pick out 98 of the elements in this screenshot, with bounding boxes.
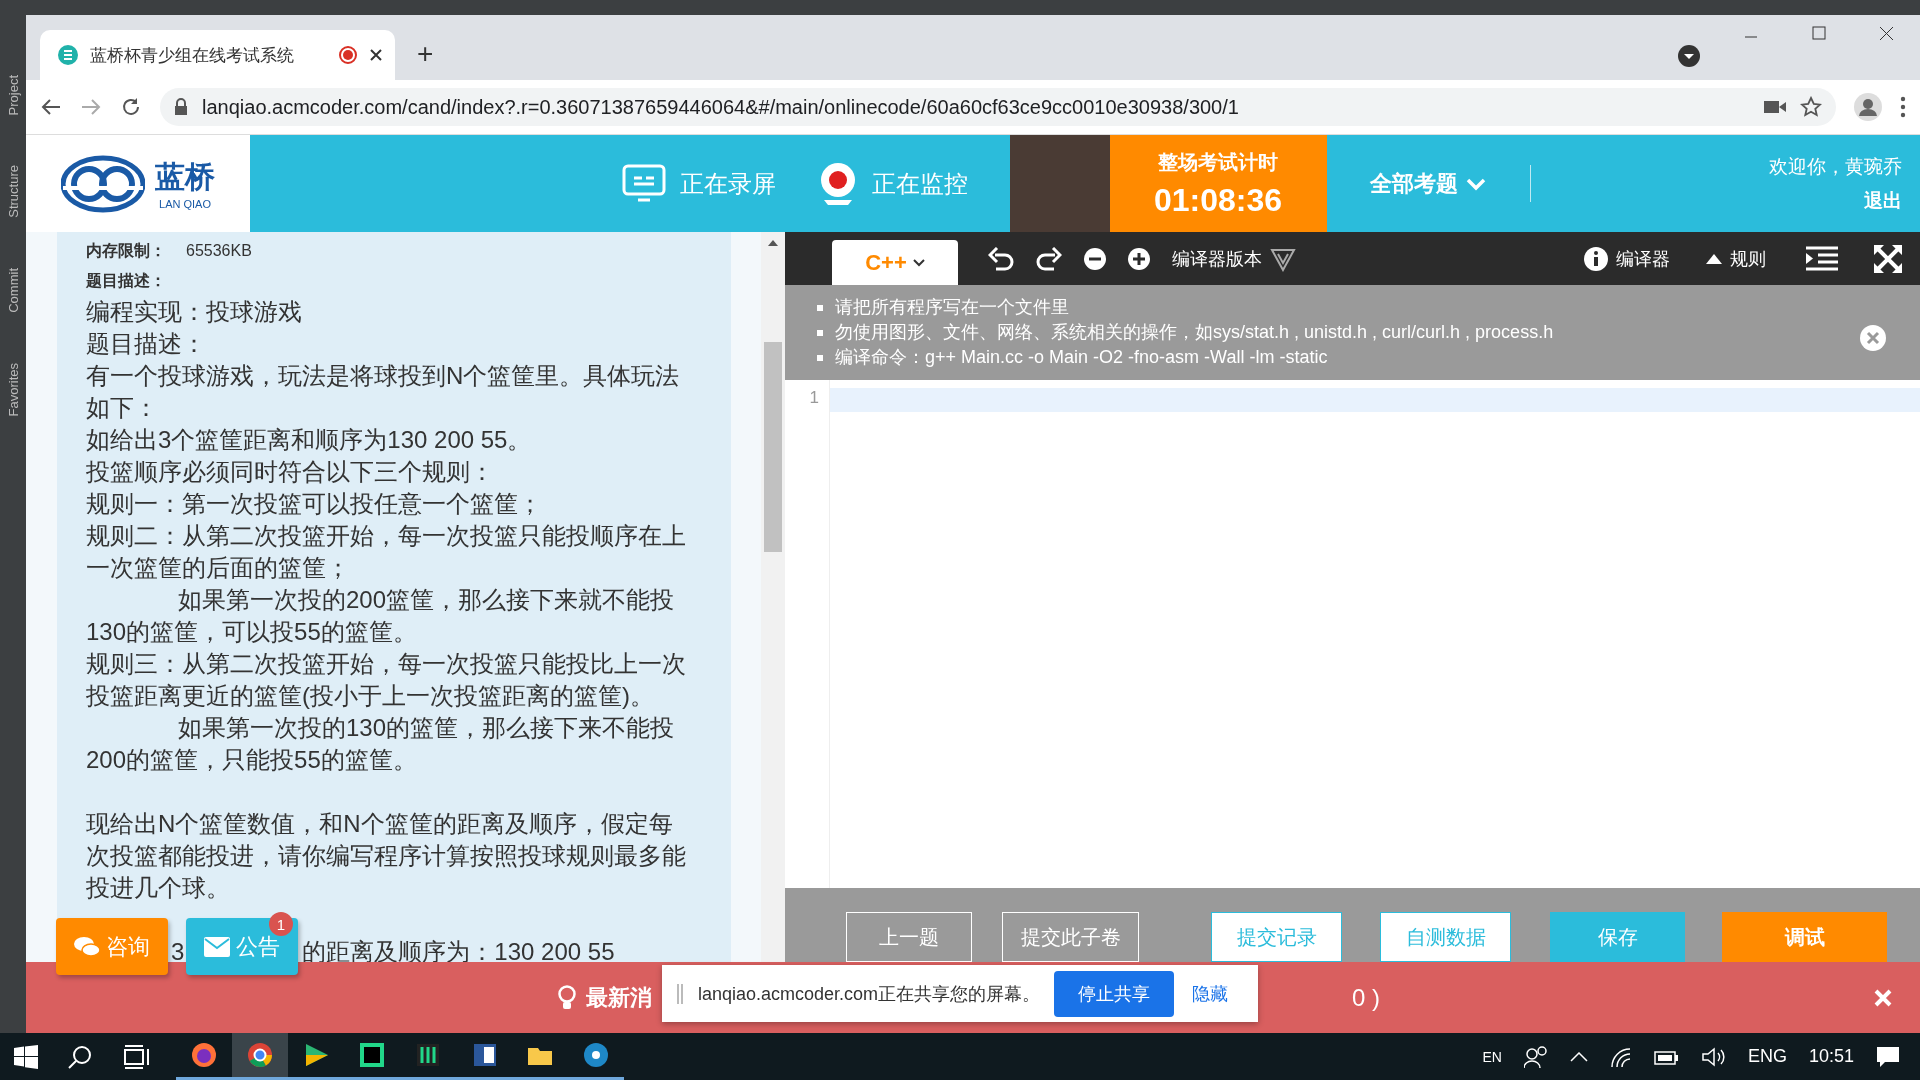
- side-tab[interactable]: Project: [5, 75, 21, 116]
- language-indicator[interactable]: ENG: [1747, 1046, 1787, 1067]
- dropdown-icon[interactable]: [1678, 45, 1700, 67]
- chevron-up-icon[interactable]: [1569, 1051, 1588, 1062]
- people-icon[interactable]: [1523, 1045, 1548, 1068]
- status-label: 正在录屏: [679, 168, 776, 199]
- input-method-indicator[interactable]: EN: [1482, 1048, 1502, 1065]
- problem-text: 3: [171, 937, 185, 967]
- task-view-icon[interactable]: [124, 1044, 150, 1069]
- side-tab[interactable]: Structure: [5, 165, 21, 219]
- problem-text: 的距离及顺序为：130 200 55: [302, 937, 615, 967]
- zoom-out-icon[interactable]: [1084, 247, 1106, 270]
- profile-icon[interactable]: [1854, 93, 1882, 121]
- notice-item: 编译命令：g++ Main.cc -o Main -O2 -fno-asm -Wall -lm -static: [835, 346, 1328, 369]
- welcome-text: 欢迎你，黄琬乔: [1769, 154, 1902, 179]
- problem-paragraph: 题目描述：: [86, 329, 207, 359]
- url-text: lanqiao.acmcoder.com/cand/index?.r=0.36071387659446064&#/main/onlinecode/60a60cf63ce9cc0010e30938/300/1: [202, 95, 1239, 119]
- action-button[interactable]: 调试: [1722, 912, 1887, 962]
- problem-paragraph: 现给出N个篮筐数值，和N个篮筐的距离及顺序，假定每次投篮都能投进，请你编写程序计算按照投球规则最多能投进几个球。: [86, 809, 687, 903]
- taskbar-app[interactable]: [232, 1033, 288, 1080]
- menu-icon[interactable]: [1900, 96, 1906, 118]
- problem-paragraph: 如果第一次投的130的篮筐，那么接下来不能投200的篮筐，只能投55的篮筐。: [86, 713, 676, 775]
- action-button[interactable]: 提交此子卷: [1002, 912, 1139, 962]
- scroll-thumb[interactable]: [764, 342, 782, 552]
- app-icon: [358, 1041, 386, 1069]
- address-bar[interactable]: lanqiao.acmcoder.com/cand/index?.r=0.36071387659446064&#/main/onlinecode/60a60cf63ce9cc0010e30938/300/1: [160, 88, 1836, 126]
- side-tab[interactable]: Favorites: [5, 363, 21, 417]
- share-message: lanqiao.acmcoder.com正在共享您的屏幕。: [698, 982, 1041, 1006]
- bullet-icon: [817, 304, 823, 311]
- app-icon: [246, 1041, 274, 1069]
- tab-title: 蓝桥杯青少组在线考试系统: [90, 44, 295, 67]
- news-label: 最新消: [586, 983, 652, 1012]
- bullet-icon: [817, 329, 823, 336]
- close-icon[interactable]: [369, 48, 383, 62]
- scroll-up-icon[interactable]: [768, 240, 778, 246]
- bullet-icon: [817, 354, 823, 361]
- field-label: 内存限制：: [86, 240, 166, 261]
- timer-value: 01:08:36: [1153, 181, 1283, 219]
- drag-handle-icon[interactable]: [676, 983, 684, 1004]
- timer-label: 整场考试计时: [1158, 149, 1278, 175]
- field-value: 65536KB: [186, 242, 252, 260]
- problem-paragraph: 规则二：从第二次投篮开始，每一次投篮只能投顺序在上一次篮筐的后面的篮筐；: [86, 521, 687, 583]
- rules-button[interactable]: 规则: [1706, 232, 1766, 285]
- problem-paragraph: 规则一：第一次投篮可以投任意一个篮筐；: [86, 489, 543, 519]
- indent-icon[interactable]: [1806, 245, 1838, 272]
- monitor-icon: [621, 163, 666, 204]
- problem-paragraph: 如给出3个篮筐距离和顺序为130 200 55。: [86, 425, 533, 455]
- new-tab-button[interactable]: +: [417, 34, 434, 74]
- notice-item: 勿使用图形、文件、网络、系统相关的操作，如sys/stat.h , unistd.h , curl/curl.h , process.h: [835, 321, 1554, 344]
- search-icon[interactable]: [68, 1044, 92, 1069]
- field-label: 题目描述：: [86, 270, 166, 291]
- stop-sharing-button[interactable]: 停止共享: [1054, 970, 1175, 1017]
- problem-paragraph: 有一个投球游戏，玩法是将球投到N个篮筐里。具体玩法如下：: [86, 361, 681, 423]
- notification-icon[interactable]: [1876, 1045, 1900, 1068]
- star-icon[interactable]: [1800, 96, 1822, 118]
- status-label: 正在监控: [871, 168, 968, 199]
- logo-text: 蓝桥: [155, 159, 215, 195]
- chat-icon: [74, 935, 100, 958]
- hide-link[interactable]: 隐藏: [1192, 981, 1229, 1006]
- triangle-up-icon: [1706, 253, 1722, 264]
- compiler-button[interactable]: 编译器: [1584, 232, 1670, 285]
- site-favicon: [58, 45, 78, 65]
- consult-button[interactable]: 咨询: [56, 918, 168, 975]
- battery-icon[interactable]: [1653, 1048, 1680, 1065]
- caret-icon: [912, 258, 925, 267]
- info-icon: [1584, 246, 1608, 271]
- wifi-icon[interactable]: [1609, 1046, 1632, 1067]
- chevron-down-icon: [1466, 176, 1486, 191]
- problem-paragraph: 投篮顺序必须同时符合以下三个规则：: [86, 457, 495, 487]
- redo-icon[interactable]: [1036, 246, 1062, 271]
- side-tab[interactable]: Commit: [5, 268, 21, 313]
- camera-icon[interactable]: [1764, 99, 1786, 115]
- problem-paragraph: 规则三：从第二次投篮开始，每一次投篮只能投比上一次投篮距离更近的篮筐(投小于上一次投篮距离的篮筐)。: [86, 649, 687, 711]
- browser-tab[interactable]: 蓝桥杯青少组在线考试系统: [40, 30, 395, 80]
- compiler-version-label: 编译器版本: [1172, 247, 1262, 271]
- action-button[interactable]: 上一题: [846, 912, 972, 962]
- clock-time[interactable]: 10:51: [1808, 1046, 1854, 1067]
- logo-icon: [61, 153, 145, 214]
- line-number: 1: [808, 388, 819, 408]
- lock-icon: [174, 98, 188, 116]
- lightbulb-icon: [558, 984, 576, 1011]
- language-selector[interactable]: C++: [832, 240, 958, 285]
- volume-icon[interactable]: [1701, 1046, 1726, 1067]
- scrollbar[interactable]: [761, 232, 785, 962]
- app-icon: [582, 1041, 610, 1069]
- problem-paragraph: 编程实现：投球游戏: [86, 297, 303, 327]
- app-icon: [190, 1041, 218, 1069]
- reload-icon[interactable]: [120, 96, 142, 118]
- app-icon: [414, 1041, 442, 1069]
- zoom-in-icon[interactable]: [1128, 247, 1150, 270]
- start-icon[interactable]: [14, 1044, 38, 1069]
- notice-item: 请把所有程序写在一个文件里: [835, 296, 1069, 319]
- undo-icon[interactable]: [988, 246, 1014, 271]
- news-text: 0 ): [1352, 983, 1380, 1012]
- fullscreen-icon[interactable]: [1874, 244, 1902, 273]
- logo-subtitle: LAN QIAO: [159, 198, 211, 210]
- problem-paragraph: 如果第一次投的200篮筐，那么接下来就不能投130的篮筐，可以投55的篮筐。: [86, 585, 676, 647]
- envelope-icon: [204, 936, 230, 957]
